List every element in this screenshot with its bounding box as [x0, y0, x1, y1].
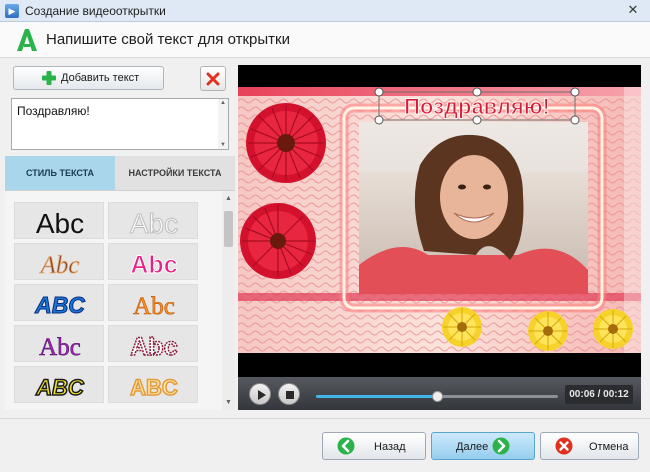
next-label: Далее [456, 441, 489, 453]
cancel-x-icon [555, 437, 573, 455]
arrow-right-icon [492, 437, 510, 455]
tab-text-style[interactable]: СТИЛЬ ТЕКСТА [5, 156, 115, 190]
text-input[interactable]: Поздравляю! ▲ ▼ [11, 98, 229, 150]
style-sample-bubble-pink[interactable]: Abc [108, 243, 198, 280]
scroll-down-icon[interactable]: ▼ [219, 142, 227, 148]
card-preview[interactable]: Поздравляю! [238, 65, 641, 377]
delete-x-icon [206, 72, 220, 86]
card-caption[interactable]: Поздравляю! [404, 94, 551, 120]
scroll-up-icon[interactable]: ▲ [219, 100, 227, 106]
window-close-button[interactable]: ✕ [622, 1, 644, 19]
style-sample-text: ABC [130, 375, 178, 400]
time-display: 00:06 / 00:12 [565, 385, 633, 404]
arrow-left-icon [337, 437, 355, 455]
playback-knob[interactable] [432, 391, 443, 402]
yellow-flower-2 [528, 311, 568, 351]
play-button[interactable] [249, 383, 271, 405]
tab-text-settings[interactable]: НАСТРОЙКИ ТЕКСТА [115, 156, 235, 190]
title-bar: ▶ Создание видеооткрытки ✕ [0, 0, 650, 22]
stop-icon [286, 391, 294, 399]
stop-button[interactable] [278, 383, 300, 405]
style-sample-text: Abc [39, 252, 80, 279]
style-sample-bold-blue[interactable]: ABC [14, 284, 104, 321]
next-button[interactable]: Далее [431, 432, 535, 460]
playback-slider[interactable] [316, 391, 558, 402]
style-sample-cream-gold[interactable]: ABC [108, 366, 198, 403]
style-sample-text: Abc [130, 208, 178, 239]
portrait-face [440, 155, 508, 239]
step-header: Напишите свой текст для открытки [0, 22, 650, 58]
add-text-button[interactable]: Добавить текст [13, 66, 164, 90]
style-sample-orange[interactable]: Abc [108, 284, 198, 321]
plus-icon [42, 71, 56, 85]
style-sample-text: Abc [133, 293, 175, 320]
style-sample-text: Abc [36, 208, 84, 239]
style-sample-outline-light[interactable]: Abc [108, 202, 198, 239]
style-sample-yellow-black[interactable]: ABC [14, 366, 104, 403]
logo-a-icon [17, 29, 37, 51]
add-text-label: Добавить текст [61, 72, 140, 84]
yellow-flower-3 [593, 309, 633, 349]
cancel-label: Отмена [589, 441, 629, 453]
scroll-up-icon[interactable]: ▲ [222, 195, 235, 202]
app-film-icon: ▶ [5, 4, 19, 18]
back-label: Назад [374, 441, 406, 453]
style-sample-text: Abc [39, 334, 81, 361]
page-title: Напишите свой текст для открытки [46, 31, 290, 48]
scrollbar-thumb[interactable] [224, 211, 233, 247]
text-input-value[interactable]: Поздравляю! [17, 104, 90, 118]
yellow-flower-1 [442, 307, 482, 347]
cancel-button[interactable]: Отмена [540, 432, 639, 460]
window-title: Создание видеооткрытки [25, 4, 166, 18]
style-sample-text: Abc [130, 251, 177, 279]
card-canvas: Поздравляю! [238, 87, 641, 353]
style-sample-text: ABC [34, 292, 85, 318]
delete-text-button[interactable] [200, 66, 226, 91]
playback-progress [316, 395, 437, 398]
footer-divider [0, 418, 650, 419]
red-flower-bottom [240, 203, 316, 279]
styles-scrollbar[interactable]: ▲ ▼ [222, 191, 235, 410]
style-sample-text: ABC [35, 375, 85, 400]
play-icon [258, 390, 266, 400]
style-sample-dotted-outline[interactable]: Abc [108, 325, 198, 362]
style-sample-purple[interactable]: Abc [14, 325, 104, 362]
style-sample-plain[interactable]: Abc [14, 202, 104, 239]
style-sample-gothic-brown[interactable]: Abc [14, 243, 104, 280]
player-controls: 00:06 / 00:12 [238, 377, 641, 410]
red-flower-top [246, 103, 326, 183]
scroll-down-icon[interactable]: ▼ [222, 399, 235, 406]
text-styles-grid: Abc Abc Abc Abc ABC Abc Abc Abc ABC ABC … [5, 190, 235, 410]
text-input-scrollbar[interactable]: ▲ ▼ [218, 99, 228, 149]
back-button[interactable]: Назад [322, 432, 426, 460]
style-sample-text: Abc [130, 333, 177, 361]
